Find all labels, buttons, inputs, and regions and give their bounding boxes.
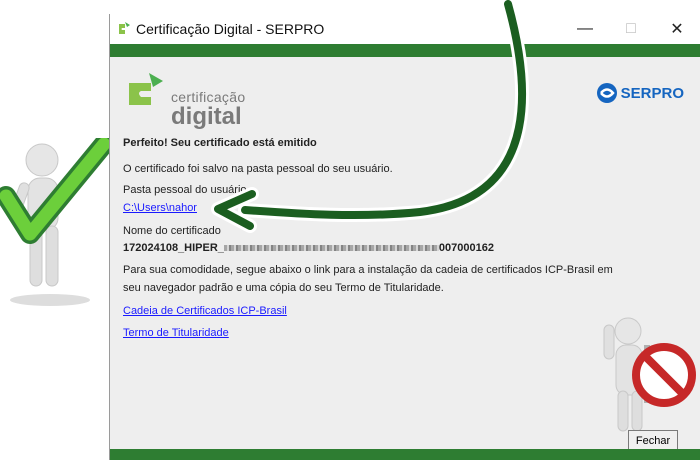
cert-name-value: 172024108_HIPER_ 007000162: [123, 242, 494, 254]
folder-link[interactable]: C:\Users\nahor: [123, 202, 197, 214]
cert-name-suffix: 007000162: [438, 242, 494, 254]
info-line-2: seu navegador padrão e uma cópia do seu …: [123, 282, 444, 294]
serpro-logo-icon: [596, 83, 617, 103]
logo-text-big: digital: [171, 103, 242, 130]
title-bar[interactable]: Certificação Digital - SERPRO — □ ✕: [110, 14, 700, 44]
cert-name-redacted: [223, 245, 439, 252]
serpro-brand-text: SERPRO: [620, 84, 684, 102]
window-title: Certificação Digital - SERPRO: [136, 21, 325, 37]
minimize-button[interactable]: —: [562, 14, 608, 44]
header-green-bar: [110, 44, 700, 57]
footer-green-bar: [110, 449, 700, 460]
app-logo-icon: [119, 22, 130, 34]
success-heading: Perfeito! Seu certificado está emitido: [123, 137, 317, 149]
cert-name-label: Nome do certificado: [123, 225, 221, 237]
cert-name-prefix: 172024108_HIPER_: [123, 242, 224, 254]
stop-figure-illustration: [603, 317, 696, 432]
app-window: Certificação Digital - SERPRO — □ ✕ cert…: [109, 14, 700, 460]
info-line-1: Para sua comodidade, segue abaixo o link…: [123, 264, 613, 276]
checkmark-figure-illustration: [0, 138, 112, 306]
chain-certificates-link[interactable]: Cadeia de Certificados ICP-Brasil: [123, 305, 287, 317]
serpro-logo: SERPRO: [596, 82, 684, 104]
folder-label: Pasta pessoal do usuário: [123, 184, 247, 196]
maximize-button[interactable]: □: [608, 14, 654, 44]
certificacao-digital-logo: certificação digital: [123, 71, 245, 130]
saved-message: O certificado foi salvo na pasta pessoal…: [123, 163, 393, 175]
dialog-content: certificação digital SERPRO Perfeito! Se…: [110, 57, 700, 452]
close-button[interactable]: ✕: [654, 14, 700, 44]
logo-mark-icon: [129, 73, 163, 105]
ownership-terms-link[interactable]: Termo de Titularidade: [123, 327, 229, 339]
